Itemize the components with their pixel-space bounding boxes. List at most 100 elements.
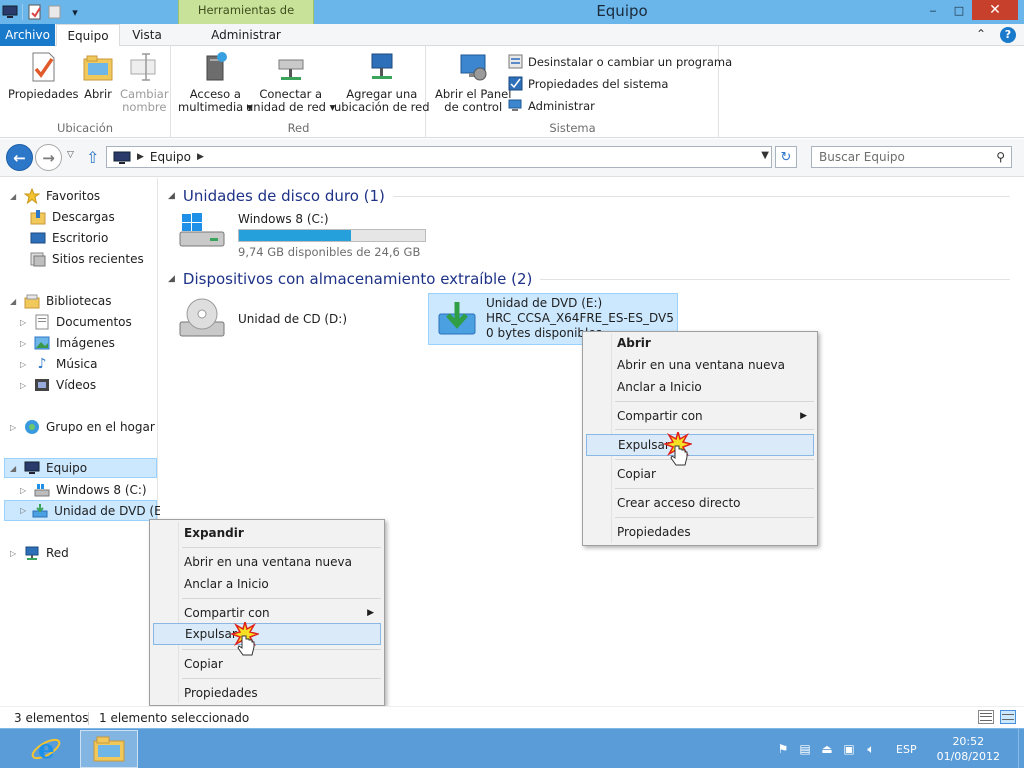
- nav-drive-c[interactable]: ▷ Windows 8 (C:): [20, 482, 147, 498]
- media-access-button[interactable]: Acceso a multimedia ▾: [178, 50, 253, 114]
- menu-item-copy[interactable]: Copiar: [150, 653, 384, 675]
- group-network-label: Red: [287, 121, 310, 135]
- minimize-button[interactable]: ‒: [920, 0, 946, 20]
- action-center-flag-icon[interactable]: ⚑: [774, 740, 792, 758]
- collapsed-arrow-icon[interactable]: ▷: [10, 549, 18, 558]
- tab-manage[interactable]: Administrar: [178, 24, 314, 46]
- open-button[interactable]: Abrir: [82, 50, 114, 101]
- safely-remove-hardware-icon[interactable]: ⏏: [818, 740, 836, 758]
- nav-music[interactable]: ▷ ♪ Música: [20, 356, 98, 372]
- menu-item-copy[interactable]: Copiar: [583, 463, 817, 485]
- network-status-icon[interactable]: ▤: [796, 740, 814, 758]
- collapsed-arrow-icon[interactable]: ▷: [20, 360, 28, 369]
- refresh-button[interactable]: ↻: [775, 146, 797, 168]
- menu-item-pin-start[interactable]: Anclar a Inicio: [583, 376, 817, 398]
- volume-icon[interactable]: 🔈︎: [862, 740, 880, 758]
- tab-computer[interactable]: Equipo: [56, 24, 120, 47]
- back-button[interactable]: ←: [6, 144, 33, 171]
- menu-item-share-with[interactable]: Compartir con ▶: [150, 602, 384, 624]
- collapsed-arrow-icon[interactable]: ▷: [20, 506, 26, 515]
- address-bar[interactable]: ▶ Equipo ▶ ▼: [106, 146, 772, 168]
- help-icon[interactable]: ?: [1000, 27, 1016, 43]
- search-input[interactable]: [812, 147, 982, 167]
- breadcrumb-chevron-icon[interactable]: ▶: [197, 152, 204, 162]
- menu-item-eject[interactable]: Expulsar: [586, 434, 814, 456]
- system-properties-button[interactable]: Propiedades del sistema: [508, 76, 668, 91]
- menu-item-open-new-window[interactable]: Abrir en una ventana nueva: [150, 551, 384, 573]
- menu-item-properties[interactable]: Propiedades: [150, 682, 384, 704]
- new-folder-icon[interactable]: [47, 4, 63, 20]
- nav-network-label: Red: [46, 546, 69, 560]
- nav-computer[interactable]: ◢ Equipo: [4, 458, 157, 478]
- menu-item-open[interactable]: Abrir: [583, 332, 817, 354]
- dvd-drive-icon: [438, 302, 476, 335]
- nav-videos[interactable]: ▷ Vídeos: [20, 377, 96, 393]
- expanded-arrow-icon[interactable]: ◢: [10, 297, 18, 306]
- search-icon[interactable]: ⚲: [996, 150, 1005, 164]
- manage-button[interactable]: Administrar: [508, 98, 595, 113]
- group-system-label: Sistema: [549, 121, 596, 135]
- section-hard-drives[interactable]: ◢ Unidades de disco duro (1): [168, 187, 1010, 205]
- drive-c-tile[interactable]: Windows 8 (C:) 9,74 GB disponibles de 24…: [178, 212, 426, 259]
- navigation-bar: ← → ▽ ⇧ ▶ Equipo ▶ ▼ ↻ ⚲: [0, 139, 1024, 177]
- forward-button[interactable]: →: [35, 144, 62, 171]
- uninstall-program-button[interactable]: Desinstalar o cambiar un programa: [508, 54, 732, 69]
- tab-view[interactable]: Vista: [122, 24, 172, 46]
- drive-d-tile[interactable]: Unidad de CD (D:): [178, 296, 347, 342]
- input-language[interactable]: ESP: [896, 743, 917, 756]
- control-panel-button[interactable]: Abrir el Panel de control: [435, 50, 511, 114]
- control-panel-label-2: de control: [444, 100, 503, 114]
- properties-button[interactable]: Propiedades: [8, 50, 79, 101]
- menu-item-expand[interactable]: Expandir: [150, 522, 384, 544]
- nav-favorites[interactable]: ◢ Favoritos: [10, 188, 100, 204]
- internet-explorer-icon[interactable]: e: [22, 731, 70, 767]
- chevron-up-icon[interactable]: ⌃: [976, 27, 986, 43]
- nav-recent-places[interactable]: Sitios recientes: [30, 251, 144, 267]
- nav-documents[interactable]: ▷ Documentos: [20, 314, 132, 330]
- menu-item-eject[interactable]: Expulsar: [153, 623, 381, 645]
- expanded-arrow-icon[interactable]: ◢: [168, 274, 175, 284]
- collapsed-arrow-icon[interactable]: ▷: [20, 318, 28, 327]
- rename-button[interactable]: Cambiar nombre: [120, 50, 169, 114]
- expanded-arrow-icon[interactable]: ◢: [168, 191, 175, 201]
- close-button[interactable]: ✕: [972, 0, 1018, 20]
- add-network-location-button[interactable]: Agregar una ubicación de red: [334, 50, 430, 114]
- expanded-arrow-icon[interactable]: ◢: [10, 464, 18, 473]
- properties-icon[interactable]: [27, 4, 43, 20]
- nav-desktop[interactable]: Escritorio: [30, 230, 108, 246]
- show-desktop-button[interactable]: [1018, 729, 1024, 768]
- computer-icon[interactable]: [2, 4, 18, 20]
- nav-downloads[interactable]: Descargas: [30, 209, 115, 225]
- collapsed-arrow-icon[interactable]: ▷: [10, 423, 18, 432]
- details-view-icon[interactable]: [978, 710, 994, 724]
- menu-item-create-shortcut[interactable]: Crear acceso directo: [583, 492, 817, 514]
- collapsed-arrow-icon[interactable]: ▷: [20, 486, 28, 495]
- file-explorer-icon[interactable]: [80, 730, 138, 768]
- collapsed-arrow-icon[interactable]: ▷: [20, 381, 28, 390]
- nav-libraries[interactable]: ◢ Bibliotecas: [10, 293, 111, 309]
- tiles-view-icon[interactable]: [1000, 710, 1016, 724]
- monitor-icon[interactable]: ▣: [840, 740, 858, 758]
- nav-drive-e[interactable]: ▷ Unidad de DVD (E:) H: [4, 500, 183, 521]
- section-removable[interactable]: ◢ Dispositivos con almacenamiento extraí…: [168, 270, 1010, 288]
- clock[interactable]: 20:52 01/08/2012: [937, 734, 1000, 764]
- menu-item-properties[interactable]: Propiedades: [583, 521, 817, 543]
- address-dropdown-icon[interactable]: ▼: [761, 150, 769, 161]
- nav-homegroup[interactable]: ▷ Grupo en el hogar: [10, 419, 155, 435]
- collapsed-arrow-icon[interactable]: ▷: [20, 339, 28, 348]
- menu-item-share-with[interactable]: Compartir con ▶: [583, 405, 817, 427]
- menu-separator: [182, 598, 381, 599]
- menu-item-pin-start[interactable]: Anclar a Inicio: [150, 573, 384, 595]
- maximize-button[interactable]: □: [946, 0, 972, 20]
- chevron-down-icon[interactable]: ▾: [67, 4, 83, 20]
- nav-pictures[interactable]: ▷ Imágenes: [20, 335, 115, 351]
- breadcrumb-computer[interactable]: Equipo: [150, 150, 191, 164]
- menu-item-open-new-window[interactable]: Abrir en una ventana nueva: [583, 354, 817, 376]
- expanded-arrow-icon[interactable]: ◢: [10, 192, 18, 201]
- up-arrow-icon[interactable]: ⇧: [86, 148, 99, 167]
- recent-locations-icon[interactable]: ▽: [67, 150, 74, 160]
- map-drive-button[interactable]: Conectar a unidad de red ▾: [246, 50, 335, 114]
- breadcrumb-chevron-icon[interactable]: ▶: [137, 152, 144, 162]
- tab-file[interactable]: Archivo: [0, 24, 55, 46]
- nav-network[interactable]: ▷ Red: [10, 545, 69, 561]
